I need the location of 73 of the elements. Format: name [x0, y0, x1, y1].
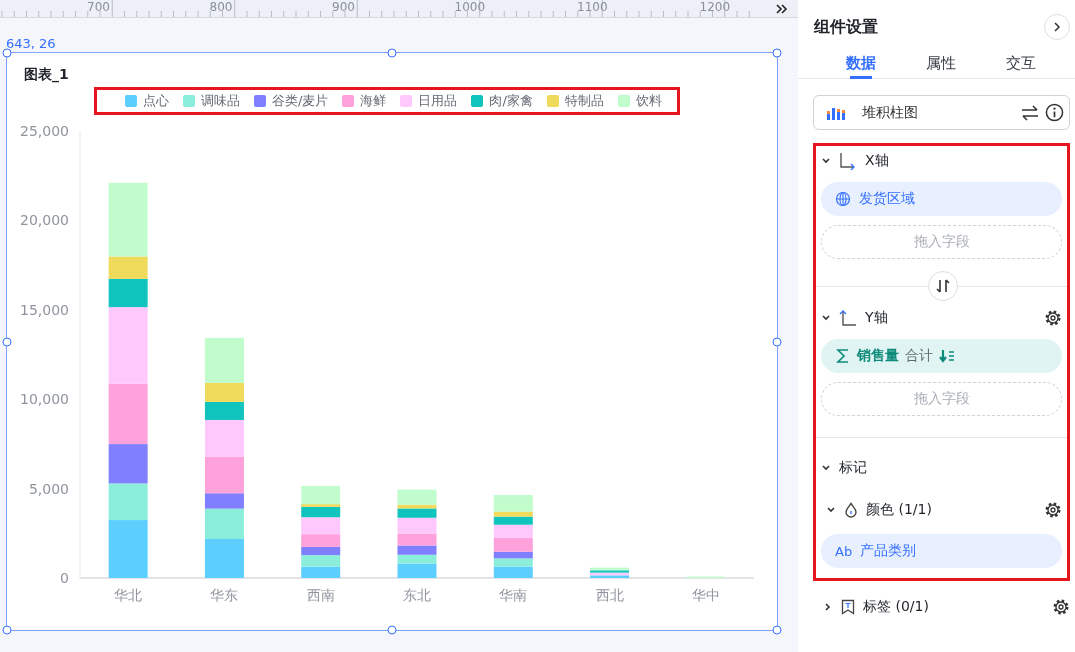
y-axis-label: 20,000: [20, 212, 69, 229]
chart-type-select[interactable]: 堆积柱图: [813, 95, 1070, 130]
tab[interactable]: 属性: [901, 50, 981, 79]
swap-icon[interactable]: [1021, 104, 1039, 121]
section-title: 颜色 (1/1): [866, 501, 933, 519]
ruler-label: 700: [87, 0, 110, 14]
chevron-down-icon[interactable]: [826, 506, 836, 514]
section-title: X轴: [865, 152, 890, 170]
ruler-label: 1200: [699, 0, 731, 14]
chevron-down-icon[interactable]: [824, 602, 832, 612]
section-title: 标记: [839, 459, 868, 477]
x-axis-label: 华东: [210, 587, 239, 603]
x-axis-label: 华中: [691, 587, 720, 603]
ruler-label: 1000: [454, 0, 486, 14]
section-title: Y轴: [865, 309, 889, 327]
bar-chart-icon: [826, 105, 848, 120]
settings-icon[interactable]: [1052, 598, 1070, 616]
resize-handle[interactable]: [2, 48, 12, 58]
sum-icon: [835, 348, 851, 364]
y-axis-label: 15,000: [20, 301, 69, 318]
y-axis-label: 5,000: [28, 480, 69, 497]
ruler-label: 1100: [577, 0, 608, 14]
x-axis-label: 西北: [595, 587, 624, 603]
field-pill[interactable]: 发货区域: [821, 182, 1062, 216]
resize-handle[interactable]: [772, 337, 782, 346]
chevron-right-icon: [1053, 22, 1061, 32]
resize-handle[interactable]: [772, 48, 782, 58]
resize-handle[interactable]: [772, 625, 782, 635]
resize-handle[interactable]: [387, 625, 397, 635]
swap-axes-button[interactable]: [928, 271, 958, 301]
legend-item[interactable]: 饮料: [617, 92, 662, 110]
sort-descending-icon[interactable]: [939, 349, 955, 363]
legend-item[interactable]: 调味品: [183, 92, 240, 110]
ruler-label: 900: [332, 0, 355, 14]
tag-icon: [841, 599, 855, 615]
resize-handle[interactable]: [387, 48, 397, 58]
resize-handle[interactable]: [2, 337, 12, 346]
x-axis-label: 西南: [306, 587, 335, 603]
double-chevron-icon[interactable]: [776, 3, 788, 14]
chevron-down-icon[interactable]: [821, 464, 831, 472]
legend-item[interactable]: 肉/家禽: [471, 92, 533, 110]
info-icon[interactable]: [1045, 103, 1064, 122]
tab[interactable]: 数据: [821, 50, 901, 79]
y-axis-label: 10,000: [20, 391, 69, 408]
chevron-down-icon[interactable]: [821, 157, 831, 165]
settings-icon[interactable]: [1044, 309, 1062, 327]
y-axis-label: 25,000: [20, 123, 69, 139]
legend-item[interactable]: 点心: [125, 92, 169, 110]
field-pill[interactable]: Ab 产品类别: [821, 534, 1062, 568]
y-axis-icon: [839, 309, 857, 327]
chart-title: 图表_1: [23, 65, 70, 83]
collapse-button[interactable]: [1044, 14, 1070, 40]
section-title: 标签 (0/1): [863, 598, 930, 616]
legend-item[interactable]: 特制品: [546, 92, 604, 110]
x-axis-label: 东北: [403, 587, 431, 603]
x-axis-icon: [839, 152, 857, 170]
tab[interactable]: 交互: [981, 50, 1061, 79]
y-axis-label: 0: [60, 570, 69, 586]
legend-item[interactable]: 谷类/麦片: [254, 92, 329, 110]
swap-vertical-icon: [936, 279, 950, 293]
x-axis-label: 华北: [114, 587, 143, 603]
globe-icon: [835, 191, 851, 207]
legend-item[interactable]: 海鲜: [342, 92, 387, 110]
settings-icon[interactable]: [1044, 501, 1062, 519]
position-readout: 643, 26: [6, 36, 57, 52]
chevron-down-icon[interactable]: [821, 314, 831, 322]
x-axis-label: 华南: [499, 587, 528, 603]
legend-item[interactable]: 日用品: [400, 92, 458, 110]
ruler-label: 800: [209, 0, 233, 14]
droplet-icon: [844, 502, 858, 518]
resize-handle[interactable]: [2, 625, 12, 635]
panel-title: 组件设置: [814, 16, 878, 38]
field-pill[interactable]: 销售量 合计: [821, 339, 1062, 373]
